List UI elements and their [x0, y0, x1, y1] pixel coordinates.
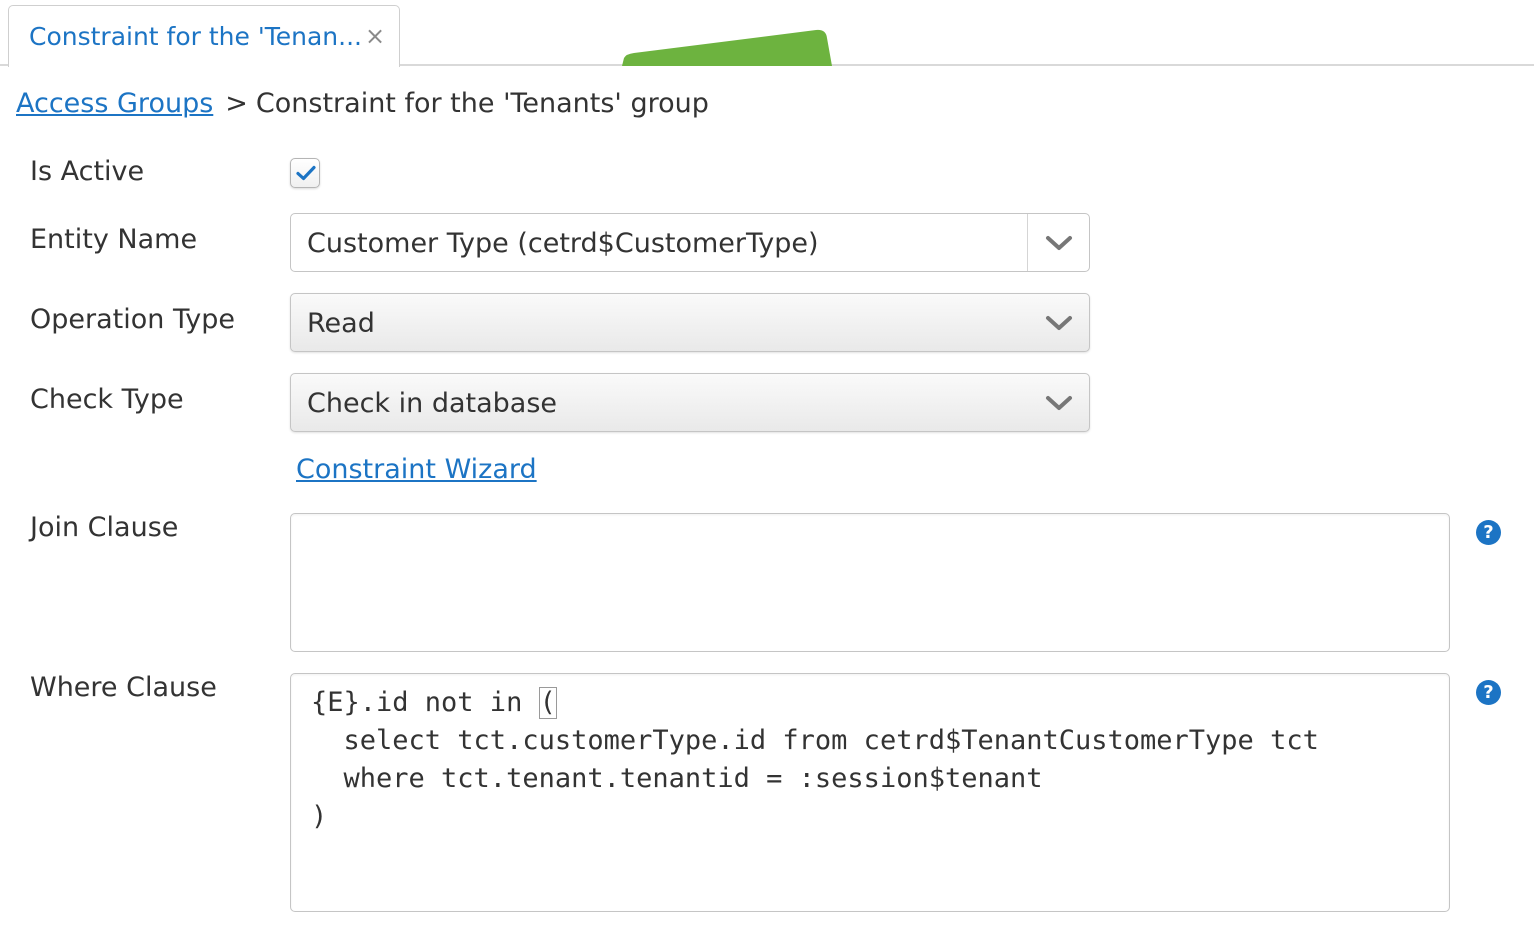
chevron-down-icon — [1046, 396, 1072, 410]
is-active-checkbox[interactable] — [290, 158, 320, 188]
entity-name-value: Customer Type (cetrd$CustomerType) — [307, 228, 819, 259]
checkmark-icon — [296, 165, 316, 181]
tab-constraint[interactable]: Constraint for the 'Tenan... × — [8, 5, 400, 67]
check-type-label: Check Type — [30, 384, 184, 415]
join-clause-label: Join Clause — [30, 512, 179, 543]
text-cursor-highlight: ( — [538, 687, 557, 719]
tab-title: Constraint for the 'Tenan... — [29, 22, 362, 51]
breadcrumb-current: Constraint for the 'Tenants' group — [255, 88, 709, 119]
green-shape-decoration — [620, 24, 832, 66]
where-clause-code: {E}.id not in ( select tct.customerType.… — [311, 684, 1319, 836]
where-clause-label: Where Clause — [30, 672, 217, 703]
operation-type-select[interactable]: Read — [290, 293, 1090, 352]
close-icon[interactable]: × — [365, 24, 385, 48]
help-icon[interactable]: ? — [1476, 680, 1501, 705]
operation-type-value: Read — [307, 308, 375, 339]
where-clause-line1: {E}.id not in — [311, 687, 539, 718]
breadcrumb-separator: > — [225, 88, 248, 119]
where-clause-textarea[interactable]: {E}.id not in ( select tct.customerType.… — [290, 673, 1450, 912]
entity-name-combobox[interactable]: Customer Type (cetrd$CustomerType) — [290, 213, 1090, 272]
breadcrumb-link-access-groups[interactable]: Access Groups — [16, 88, 213, 119]
constraint-editor-window: Constraint for the 'Tenan... × Access Gr… — [0, 0, 1534, 938]
tab-bar: Constraint for the 'Tenan... × — [0, 0, 1534, 67]
chevron-down-icon — [1046, 316, 1072, 330]
check-type-value: Check in database — [307, 388, 558, 419]
join-clause-textarea[interactable] — [290, 513, 1450, 652]
check-type-select[interactable]: Check in database — [290, 373, 1090, 432]
where-clause-rest: select tct.customerType.id from cetrd$Te… — [311, 725, 1319, 832]
is-active-label: Is Active — [30, 156, 145, 187]
entity-name-label: Entity Name — [30, 224, 198, 255]
chevron-down-icon[interactable] — [1045, 234, 1073, 252]
help-icon[interactable]: ? — [1476, 520, 1501, 545]
breadcrumb: Access Groups > Constraint for the 'Tenant… — [16, 88, 709, 119]
operation-type-label: Operation Type — [30, 304, 235, 335]
combobox-divider — [1027, 214, 1028, 271]
constraint-wizard-link[interactable]: Constraint Wizard — [296, 454, 537, 485]
